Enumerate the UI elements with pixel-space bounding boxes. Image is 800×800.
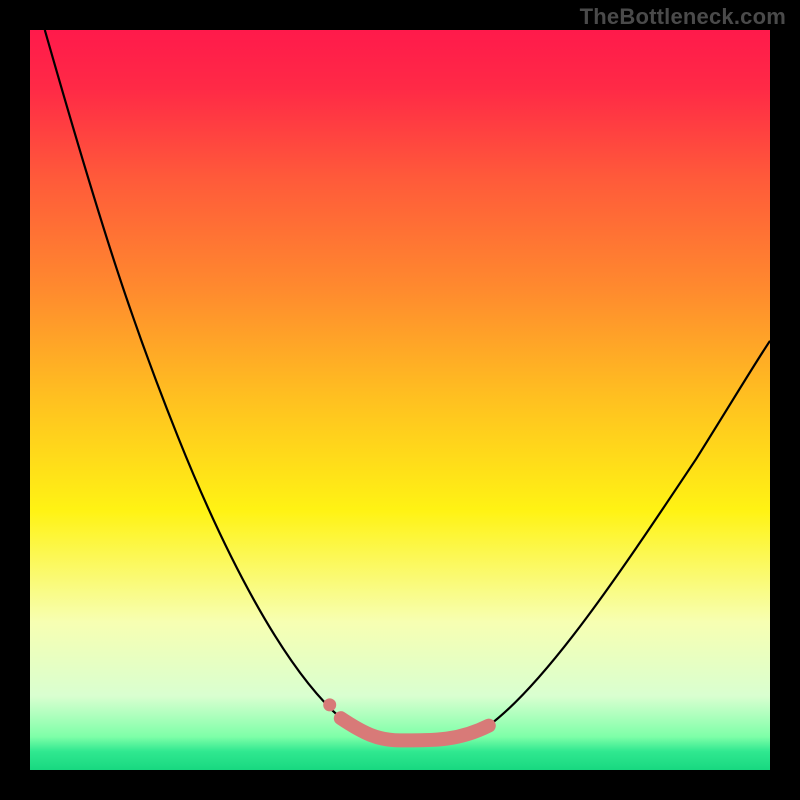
chart-plot-area xyxy=(30,30,770,770)
watermark-label: TheBottleneck.com xyxy=(580,4,786,30)
chart-svg xyxy=(30,30,770,770)
highlight-dot-left xyxy=(323,698,336,711)
gradient-background xyxy=(30,30,770,770)
chart-frame: TheBottleneck.com xyxy=(0,0,800,800)
